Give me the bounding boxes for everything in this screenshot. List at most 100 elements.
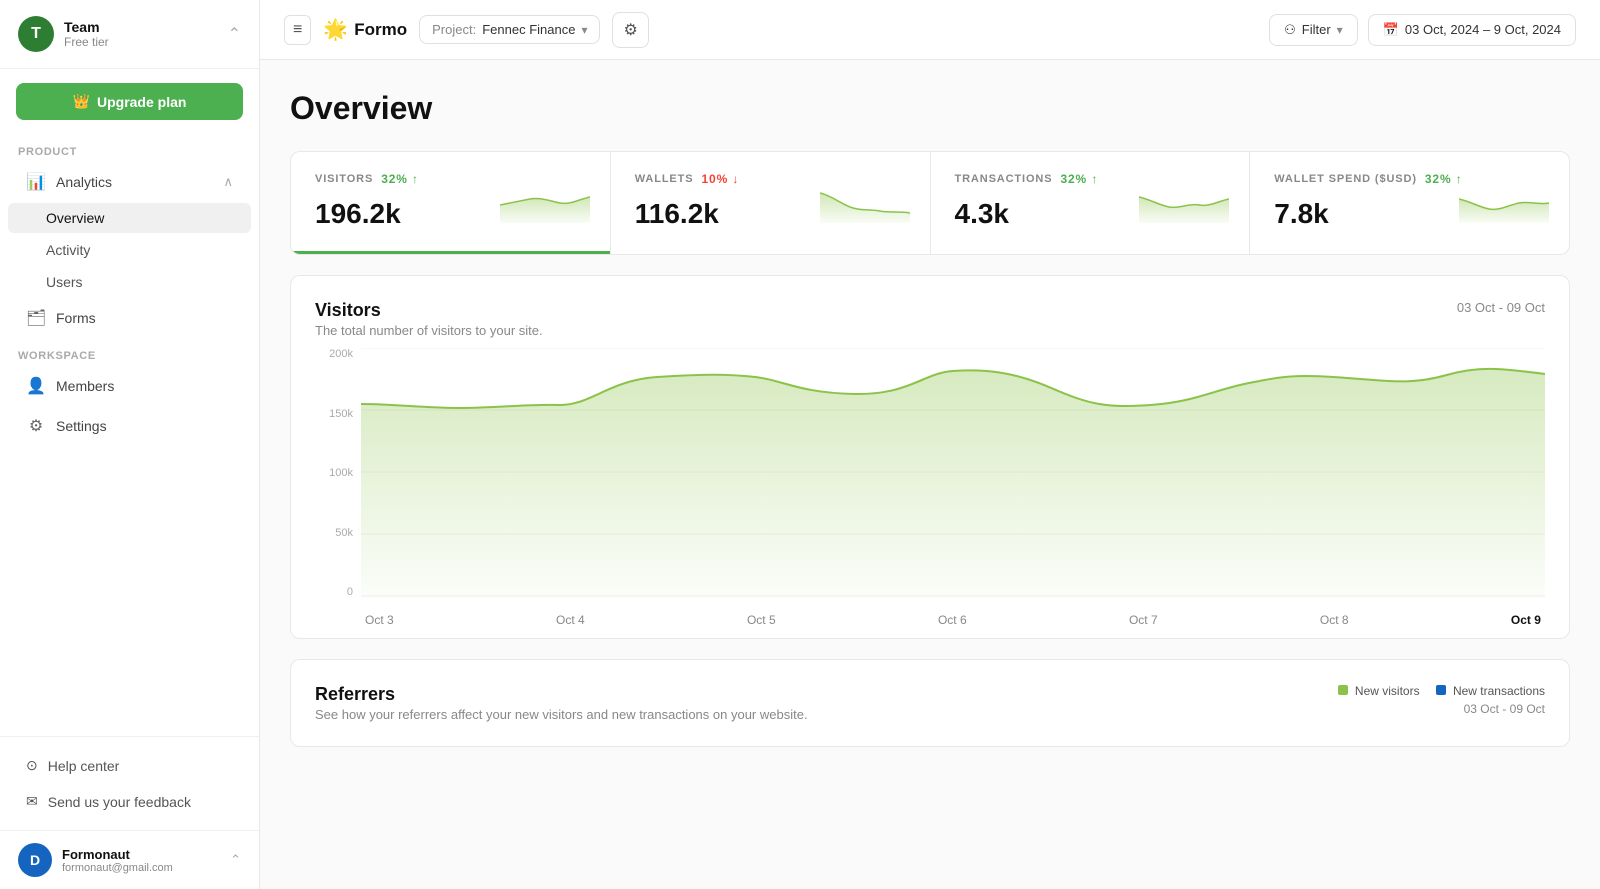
sidebar-sub-item-users[interactable]: Users bbox=[8, 267, 251, 297]
stat-card-wallet-spend[interactable]: WALLET SPEND ($USD) 32% ↑ 7.8k bbox=[1250, 152, 1569, 254]
feedback-item[interactable]: ✉ Send us your feedback bbox=[8, 784, 251, 819]
wallet-spend-badge: 32% ↑ bbox=[1425, 172, 1463, 186]
date-range-label: 03 Oct, 2024 – 9 Oct, 2024 bbox=[1405, 22, 1561, 37]
team-info: T Team Free tier bbox=[18, 16, 109, 52]
project-settings-button[interactable]: ⚙ bbox=[612, 12, 648, 48]
project-chevron-icon: ▾ bbox=[581, 23, 587, 37]
upgrade-plan-button[interactable]: 👑 Upgrade plan bbox=[16, 83, 243, 120]
feedback-label: Send us your feedback bbox=[48, 794, 191, 810]
feedback-icon: ✉ bbox=[26, 793, 38, 810]
stat-card-transactions[interactable]: TRANSACTIONS 32% ↑ 4.3k bbox=[931, 152, 1251, 254]
settings-label: Settings bbox=[56, 418, 107, 434]
chart-x-labels: Oct 3 Oct 4 Oct 5 Oct 6 Oct 7 Oct 8 Oct … bbox=[361, 602, 1545, 638]
new-visitors-legend-dot bbox=[1338, 685, 1348, 695]
new-transactions-legend-dot bbox=[1436, 685, 1446, 695]
team-avatar: T bbox=[18, 16, 54, 52]
sidebar-bottom: ⊙ Help center ✉ Send us your feedback bbox=[0, 736, 259, 830]
filter-button[interactable]: ⚇ Filter ▾ bbox=[1269, 14, 1358, 46]
team-name: Team bbox=[64, 19, 109, 35]
stats-row: VISITORS 32% ↑ 196.2k bbox=[290, 151, 1570, 255]
new-transactions-legend-label: New transactions bbox=[1453, 684, 1545, 698]
sidebar-user[interactable]: D Formonaut formonaut@gmail.com ⌃ bbox=[0, 830, 259, 889]
team-tier: Free tier bbox=[64, 35, 109, 49]
topbar-right: ⚇ Filter ▾ 📅 03 Oct, 2024 – 9 Oct, 2024 bbox=[1269, 14, 1576, 46]
visitors-sparkline bbox=[500, 183, 590, 223]
new-visitors-legend-label: New visitors bbox=[1355, 684, 1420, 698]
date-range-button[interactable]: 📅 03 Oct, 2024 – 9 Oct, 2024 bbox=[1368, 14, 1576, 46]
help-center-item[interactable]: ⊙ Help center bbox=[8, 748, 251, 783]
visitors-badge: 32% ↑ bbox=[381, 172, 419, 186]
page-title: Overview bbox=[290, 90, 1570, 127]
overview-label: Overview bbox=[46, 210, 104, 226]
referrers-date: 03 Oct - 09 Oct bbox=[1338, 702, 1545, 716]
project-name: Fennec Finance bbox=[482, 22, 575, 37]
members-label: Members bbox=[56, 378, 114, 394]
wallets-sparkline bbox=[820, 183, 910, 223]
wallet-spend-label-text: WALLET SPEND ($USD) bbox=[1274, 173, 1417, 185]
filter-label: Filter bbox=[1302, 22, 1331, 37]
chart-plot bbox=[361, 348, 1545, 598]
calendar-icon: 📅 bbox=[1383, 22, 1399, 38]
sidebar-item-forms[interactable]: 🗂 Forms bbox=[8, 299, 251, 337]
wallets-label-text: WALLETS bbox=[635, 173, 694, 185]
visitors-label-text: VISITORS bbox=[315, 173, 373, 185]
chart-y-labels: 200k 150k 100k 50k 0 bbox=[315, 348, 361, 598]
chart-header: Visitors The total number of visitors to… bbox=[315, 300, 1545, 338]
filter-icon: ⚇ bbox=[1284, 22, 1296, 38]
transactions-badge: 32% ↑ bbox=[1060, 172, 1098, 186]
sidebar-item-settings[interactable]: ⚙ Settings bbox=[8, 407, 251, 445]
referrers-subtitle: See how your referrers affect your new v… bbox=[315, 707, 808, 722]
user-avatar: D bbox=[18, 843, 52, 877]
filter-chevron-icon: ▾ bbox=[1337, 23, 1343, 37]
analytics-icon: 📊 bbox=[26, 172, 46, 192]
referrers-section: Referrers See how your referrers affect … bbox=[290, 659, 1570, 747]
brand-name: Formo bbox=[354, 20, 407, 40]
sidebar: T Team Free tier ⌃ 👑 Upgrade plan Produc… bbox=[0, 0, 260, 889]
chart-area: 200k 150k 100k 50k 0 bbox=[315, 348, 1545, 638]
stat-card-visitors[interactable]: VISITORS 32% ↑ 196.2k bbox=[291, 152, 611, 254]
chart-title: Visitors bbox=[315, 300, 543, 321]
sidebar-sub-item-overview[interactable]: Overview bbox=[8, 203, 251, 233]
brand: 🌟 Formo bbox=[323, 17, 407, 42]
forms-icon: 🗂 bbox=[26, 308, 46, 328]
referrers-header: Referrers See how your referrers affect … bbox=[315, 684, 1545, 722]
analytics-chevron-icon: ∧ bbox=[223, 174, 233, 190]
topbar-left: ≡ 🌟 Formo Project: Fennec Finance ▾ ⚙ bbox=[284, 12, 649, 48]
chart-date-label: 03 Oct - 09 Oct bbox=[1457, 300, 1545, 315]
forms-label: Forms bbox=[56, 310, 96, 326]
chart-subtitle: The total number of visitors to your sit… bbox=[315, 323, 543, 338]
visitors-chart-section: Visitors The total number of visitors to… bbox=[290, 275, 1570, 639]
users-label: Users bbox=[46, 274, 83, 290]
stat-card-wallets[interactable]: WALLETS 10% ↓ 116.2k bbox=[611, 152, 931, 254]
sidebar-toggle-button[interactable]: ≡ bbox=[284, 15, 311, 45]
sidebar-item-members[interactable]: 👤 Members bbox=[8, 367, 251, 405]
referrers-title: Referrers bbox=[315, 684, 808, 705]
help-icon: ⊙ bbox=[26, 757, 38, 774]
user-chevron-icon: ⌃ bbox=[230, 852, 241, 868]
brand-icon: 🌟 bbox=[323, 17, 348, 42]
analytics-label: Analytics bbox=[56, 174, 112, 190]
topbar: ≡ 🌟 Formo Project: Fennec Finance ▾ ⚙ ⚇ … bbox=[260, 0, 1600, 60]
wallets-badge: 10% ↓ bbox=[701, 172, 739, 186]
product-section-label: Product bbox=[0, 134, 259, 162]
transactions-label-text: TRANSACTIONS bbox=[955, 173, 1053, 185]
transactions-sparkline bbox=[1139, 183, 1229, 223]
user-email: formonaut@gmail.com bbox=[62, 862, 230, 874]
team-chevron-icon[interactable]: ⌃ bbox=[228, 24, 241, 44]
project-label: Project: bbox=[432, 22, 476, 37]
sidebar-sub-item-activity[interactable]: Activity bbox=[8, 235, 251, 265]
crown-icon: 👑 bbox=[73, 93, 90, 110]
user-name: Formonaut bbox=[62, 847, 230, 862]
settings-icon: ⚙ bbox=[26, 416, 46, 436]
activity-label: Activity bbox=[46, 242, 90, 258]
sidebar-item-analytics[interactable]: 📊 Analytics ∧ bbox=[8, 163, 251, 201]
sidebar-header: T Team Free tier ⌃ bbox=[0, 0, 259, 69]
help-center-label: Help center bbox=[48, 758, 120, 774]
visitors-chart-svg bbox=[361, 348, 1545, 598]
upgrade-label: Upgrade plan bbox=[97, 94, 186, 110]
wallet-spend-sparkline bbox=[1459, 183, 1549, 223]
main-area: ≡ 🌟 Formo Project: Fennec Finance ▾ ⚙ ⚇ … bbox=[260, 0, 1600, 889]
project-selector[interactable]: Project: Fennec Finance ▾ bbox=[419, 15, 600, 44]
referrers-legend: New visitors New transactions bbox=[1338, 684, 1545, 698]
user-info: Formonaut formonaut@gmail.com bbox=[52, 847, 230, 874]
